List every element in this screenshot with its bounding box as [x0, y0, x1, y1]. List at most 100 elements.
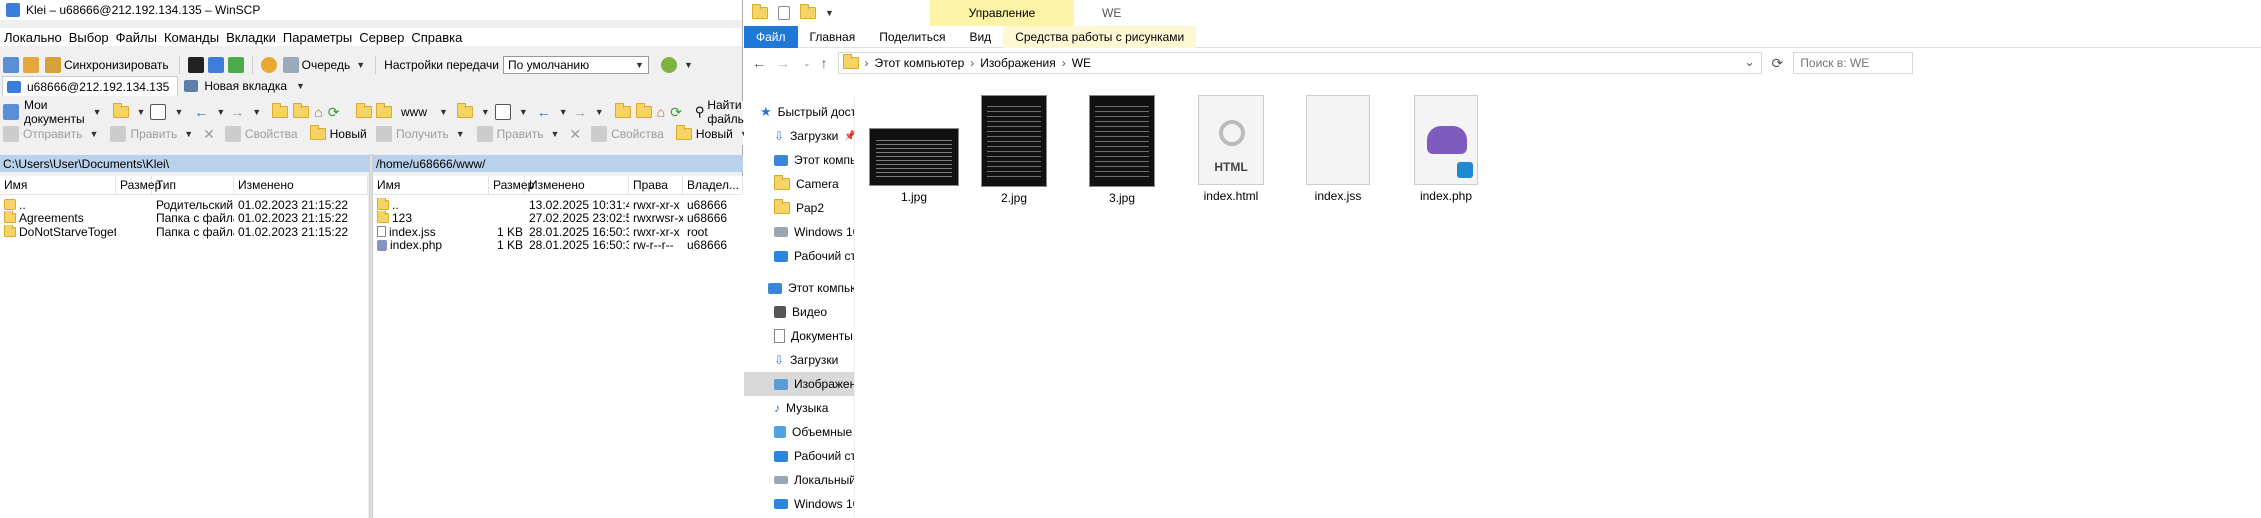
delete-icon[interactable]: ✕ — [569, 126, 581, 143]
table-row[interactable]: DoNotStarveTogether Папка с файлами 01.0… — [0, 224, 368, 239]
filter-icon[interactable] — [150, 104, 167, 120]
search-input[interactable] — [1800, 56, 1913, 70]
column-rights[interactable]: Права — [629, 176, 683, 194]
refresh-icon[interactable]: ⟳ — [1772, 55, 1784, 72]
menu-remote[interactable]: Сервер — [359, 30, 404, 45]
find-files-button[interactable]: ⚲ Найти файлы — [693, 98, 748, 126]
nav-item-3d-objects[interactable]: Объемные объекты — [744, 420, 854, 444]
chevron-down-icon[interactable]: ▼ — [184, 129, 193, 139]
new-button[interactable]: Новый — [696, 127, 733, 141]
back-arrow-icon[interactable]: ← — [752, 55, 766, 71]
forward-arrow-icon[interactable]: → — [230, 104, 244, 120]
nav-item-drive-e[interactable]: Локальный диск (E — [744, 468, 854, 492]
properties-checkbox-icon[interactable] — [778, 6, 790, 20]
back-arrow-icon[interactable]: ← — [194, 104, 208, 120]
forward-arrow-icon[interactable]: → — [573, 104, 587, 120]
breadcrumb-pictures[interactable]: Изображения — [980, 56, 1055, 70]
column-name[interactable]: Имя — [373, 176, 489, 194]
column-modified[interactable]: Изменено — [525, 176, 629, 194]
tab-home[interactable]: Главная — [798, 30, 868, 44]
table-row[interactable]: .. Родительский кат... 01.02.2023 21:15:… — [0, 198, 368, 212]
tab-share[interactable]: Поделиться — [867, 30, 957, 44]
forward-arrow-icon[interactable]: → — [776, 55, 790, 71]
table-row[interactable]: 123 27.02.2025 23:02:51 rwxrwsr-x u68666 — [373, 211, 743, 225]
file-tile[interactable]: HTML index.html — [1190, 92, 1272, 203]
nav-this-pc[interactable]: Этот компьютер — [744, 276, 854, 300]
nav-item-this-pc-pinned[interactable]: Этот компьютер — [744, 148, 854, 172]
chevron-down-icon[interactable]: ▼ — [456, 129, 465, 139]
new-button[interactable]: Новый — [330, 127, 367, 141]
nav-item-desktop-pc[interactable]: Рабочий стол — [744, 444, 854, 468]
edit-button[interactable]: Править — [130, 127, 177, 141]
nav-item-downloads[interactable]: ⇩ Загрузки 📌 — [744, 124, 854, 148]
table-row[interactable]: index.php 1 KB 28.01.2025 16:50:31 rw-r-… — [373, 238, 743, 252]
chevron-down-icon[interactable]: ▼ — [550, 129, 559, 139]
sync-browse-icon[interactable] — [23, 57, 39, 73]
root-folder-icon[interactable] — [293, 103, 310, 118]
table-row[interactable]: Agreements Папка с файлами 01.02.2023 21… — [0, 211, 368, 225]
table-row[interactable]: index.jss 1 KB 28.01.2025 16:50:31 rwxr-… — [373, 225, 743, 239]
refresh-icon[interactable]: ⟳ — [670, 104, 682, 121]
parent-folder-icon[interactable] — [614, 103, 631, 118]
column-type[interactable]: Тип — [152, 176, 234, 194]
nav-item-pictures[interactable]: Изображения — [744, 372, 854, 396]
column-size[interactable]: Размер — [116, 176, 161, 194]
local-location[interactable]: Мои документы — [24, 98, 85, 126]
tab-file[interactable]: Файл — [744, 25, 798, 48]
compare-icon[interactable] — [3, 57, 19, 73]
panel-splitter[interactable] — [369, 154, 373, 518]
chevron-down-icon[interactable]: ▼ — [137, 107, 146, 117]
tab-new[interactable]: Новая вкладка ▼ — [178, 79, 311, 93]
nav-item-drive-c[interactable]: Windows 10 (C:) — [744, 220, 854, 244]
menu-help[interactable]: Справка — [411, 30, 462, 45]
properties-button[interactable]: Свойства — [611, 127, 664, 141]
queue-button[interactable]: Очередь ▼ — [281, 57, 368, 73]
customize-quick-access-icon[interactable]: ▼ — [825, 8, 834, 18]
back-arrow-icon[interactable]: ← — [537, 104, 551, 120]
terminal-icon[interactable] — [187, 57, 204, 73]
filter-icon[interactable] — [494, 104, 511, 120]
nav-item-documents[interactable]: Документы — [744, 324, 854, 348]
putty-icon[interactable] — [207, 57, 224, 73]
column-size[interactable]: Размер — [489, 176, 534, 194]
chevron-down-icon[interactable]: ▼ — [595, 107, 604, 117]
remote-location-select[interactable]: www — [397, 103, 431, 121]
find-folder-icon[interactable] — [356, 103, 373, 118]
refresh-icon[interactable]: ⟳ — [328, 104, 340, 121]
refresh-session-icon[interactable] — [227, 57, 244, 73]
chevron-down-icon[interactable]: ▼ — [90, 129, 99, 139]
synchronize-button[interactable]: Синхронизировать — [43, 57, 171, 73]
recent-locations-icon[interactable]: ⌄ — [803, 58, 811, 69]
breadcrumb-this-pc[interactable]: Этот компьютер — [875, 56, 965, 70]
properties-button[interactable]: Свойства — [245, 127, 298, 141]
tab-view[interactable]: Вид — [957, 30, 1003, 44]
nav-item-downloads-pc[interactable]: ⇩ Загрузки — [744, 348, 854, 372]
menu-options[interactable]: Параметры — [283, 30, 352, 45]
open-folder-icon[interactable] — [456, 103, 473, 118]
address-dropdown-icon[interactable]: ⌄ — [1744, 55, 1754, 69]
chevron-down-icon[interactable]: ▼ — [439, 107, 448, 117]
transfer-preset-select[interactable]: По умолчанию ▼ — [502, 56, 649, 74]
new-folder-icon[interactable] — [800, 4, 816, 19]
menu-tabs[interactable]: Вкладки — [226, 30, 276, 45]
home-icon[interactable]: ⌂ — [657, 104, 665, 120]
home-icon[interactable]: ⌂ — [314, 104, 322, 120]
chevron-down-icon[interactable]: ▼ — [174, 107, 183, 117]
address-bar[interactable]: › Этот компьютер › Изображения › WE ⌄ — [837, 52, 1762, 74]
search-box[interactable] — [1793, 52, 1914, 74]
tab-session[interactable]: u68666@212.192.134.135 — [2, 76, 179, 96]
chevron-down-icon[interactable]: ▼ — [252, 107, 261, 117]
file-tile[interactable]: index.php — [1406, 92, 1486, 203]
nav-item-camera[interactable]: Camera — [744, 172, 854, 196]
menu-commands[interactable]: Команды — [164, 30, 219, 45]
table-row[interactable]: .. 13.02.2025 10:31:47 rwxr-xr-x u68666 — [373, 197, 743, 212]
send-button[interactable]: Отправить — [23, 127, 83, 141]
file-tile[interactable]: 2.jpg — [974, 92, 1054, 205]
transfer-options-icon[interactable] — [660, 57, 677, 73]
file-tile[interactable]: 3.jpg — [1082, 92, 1162, 205]
column-modified[interactable]: Изменено — [234, 176, 368, 194]
menu-mark[interactable]: Выбор — [69, 30, 109, 45]
edit-button[interactable]: Править — [497, 127, 544, 141]
nav-item-music[interactable]: ♪ Музыка — [744, 396, 854, 420]
chevron-down-icon[interactable]: ▼ — [559, 107, 568, 117]
